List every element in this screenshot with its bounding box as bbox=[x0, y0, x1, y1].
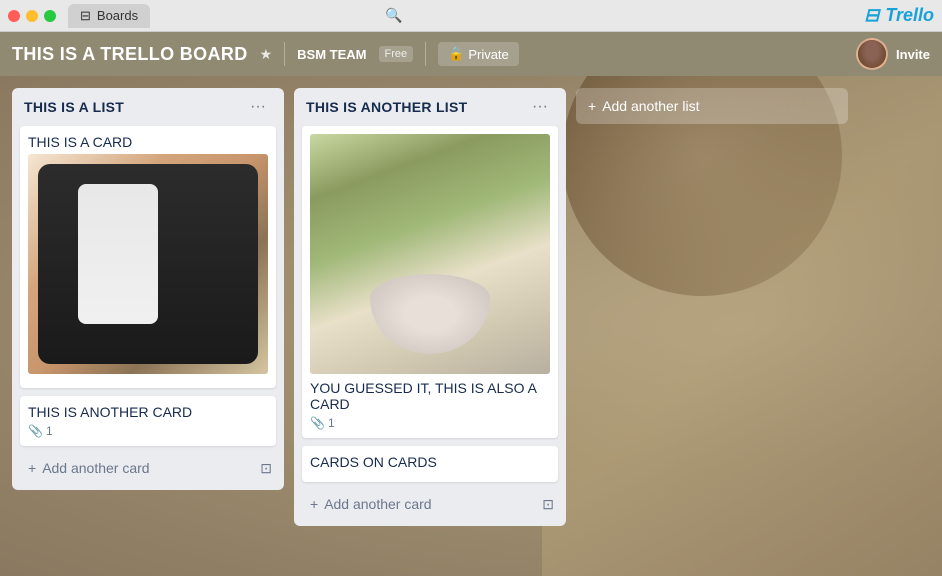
card-2-meta: 📎 1 bbox=[28, 424, 268, 438]
list-2-title: THIS IS ANOTHER LIST bbox=[306, 99, 467, 115]
list-2: THIS IS ANOTHER LIST ··· YOU GUESSED IT,… bbox=[294, 88, 566, 526]
close-button[interactable] bbox=[8, 10, 20, 22]
card-4-title: CARDS ON CARDS bbox=[310, 454, 550, 470]
header-right: Invite bbox=[856, 38, 930, 70]
header-divider bbox=[284, 42, 285, 66]
browser-tab[interactable]: ⊟ Boards bbox=[68, 4, 150, 28]
list-1-add-card-button[interactable]: + Add another card bbox=[20, 454, 256, 482]
list-2-template-button[interactable]: ⊡ bbox=[538, 492, 558, 517]
card-1[interactable]: THIS IS A CARD bbox=[20, 126, 276, 388]
logo-text: Trello bbox=[885, 5, 934, 26]
card-3-attachment-count: 1 bbox=[328, 416, 335, 430]
team-badge: Free bbox=[379, 46, 414, 62]
tab-icon: ⊟ bbox=[80, 8, 91, 24]
card-2-title: THIS IS ANOTHER CARD bbox=[28, 404, 268, 420]
team-name[interactable]: BSM TEAM bbox=[297, 47, 366, 62]
card-4[interactable]: CARDS ON CARDS bbox=[302, 446, 558, 482]
list-2-menu-button[interactable]: ··· bbox=[526, 96, 554, 118]
add-list-label: Add another list bbox=[602, 98, 699, 114]
traffic-lights bbox=[8, 10, 56, 22]
list-1-add-card-label: Add another card bbox=[42, 460, 149, 476]
titlebar: ⊟ Boards 🔍 ⊟ Trello bbox=[0, 0, 942, 32]
list-2-header: THIS IS ANOTHER LIST ··· bbox=[302, 96, 558, 118]
star-button[interactable]: ★ bbox=[260, 46, 273, 63]
card-2-attachment: 📎 1 bbox=[28, 424, 53, 438]
board-title: THIS IS A TRELLO BOARD bbox=[12, 44, 248, 65]
add-list-button[interactable]: + Add another list bbox=[576, 88, 848, 124]
list-1-title: THIS IS A LIST bbox=[24, 99, 124, 115]
minimize-button[interactable] bbox=[26, 10, 38, 22]
search-area: 🔍 bbox=[385, 7, 402, 25]
card-2[interactable]: THIS IS ANOTHER CARD 📎 1 bbox=[20, 396, 276, 446]
board-background: THIS IS A LIST ··· THIS IS A CARD THIS I… bbox=[0, 76, 942, 576]
paperclip-icon: 📎 bbox=[28, 424, 43, 438]
avatar-face bbox=[858, 38, 886, 70]
card-3-title: YOU GUESSED IT, THIS IS ALSO A CARD bbox=[310, 380, 550, 412]
privacy-button[interactable]: 🔒 Private bbox=[438, 42, 519, 66]
card-3-image bbox=[310, 134, 550, 374]
card-3-meta: 📎 1 bbox=[310, 416, 550, 430]
paperclip-icon-2: 📎 bbox=[310, 416, 325, 430]
lock-icon: 🔒 bbox=[448, 46, 464, 62]
board-header: THIS IS A TRELLO BOARD ★ BSM TEAM Free 🔒… bbox=[0, 32, 942, 76]
avatar bbox=[856, 38, 888, 70]
invite-button[interactable]: Invite bbox=[896, 47, 930, 62]
list-2-add-card-button[interactable]: + Add another card bbox=[302, 490, 538, 518]
list-1-footer: + Add another card ⊡ bbox=[20, 454, 276, 482]
header-divider2 bbox=[425, 42, 426, 66]
card-3-attachment: 📎 1 bbox=[310, 416, 335, 430]
list-1: THIS IS A LIST ··· THIS IS A CARD THIS I… bbox=[12, 88, 284, 490]
search-icon[interactable]: 🔍 bbox=[385, 7, 402, 23]
trello-logo: ⊟ Trello bbox=[864, 5, 934, 26]
list-2-add-card-label: Add another card bbox=[324, 496, 431, 512]
card-2-attachment-count: 1 bbox=[46, 424, 53, 438]
card-1-title: THIS IS A CARD bbox=[28, 134, 268, 150]
maximize-button[interactable] bbox=[44, 10, 56, 22]
lists-container: THIS IS A LIST ··· THIS IS A CARD THIS I… bbox=[0, 76, 942, 576]
plus-icon-2: + bbox=[310, 496, 318, 512]
list-1-header: THIS IS A LIST ··· bbox=[20, 96, 276, 118]
card-3[interactable]: YOU GUESSED IT, THIS IS ALSO A CARD 📎 1 bbox=[302, 126, 558, 438]
tab-label: Boards bbox=[97, 8, 138, 23]
plus-icon: + bbox=[28, 460, 36, 476]
list-1-menu-button[interactable]: ··· bbox=[244, 96, 272, 118]
list-1-template-button[interactable]: ⊡ bbox=[256, 456, 276, 481]
list-2-footer: + Add another card ⊡ bbox=[302, 490, 558, 518]
logo-icon: ⊟ bbox=[864, 5, 879, 26]
privacy-label: Private bbox=[468, 47, 508, 62]
card-1-image bbox=[28, 154, 268, 374]
plus-icon-list: + bbox=[588, 98, 596, 114]
